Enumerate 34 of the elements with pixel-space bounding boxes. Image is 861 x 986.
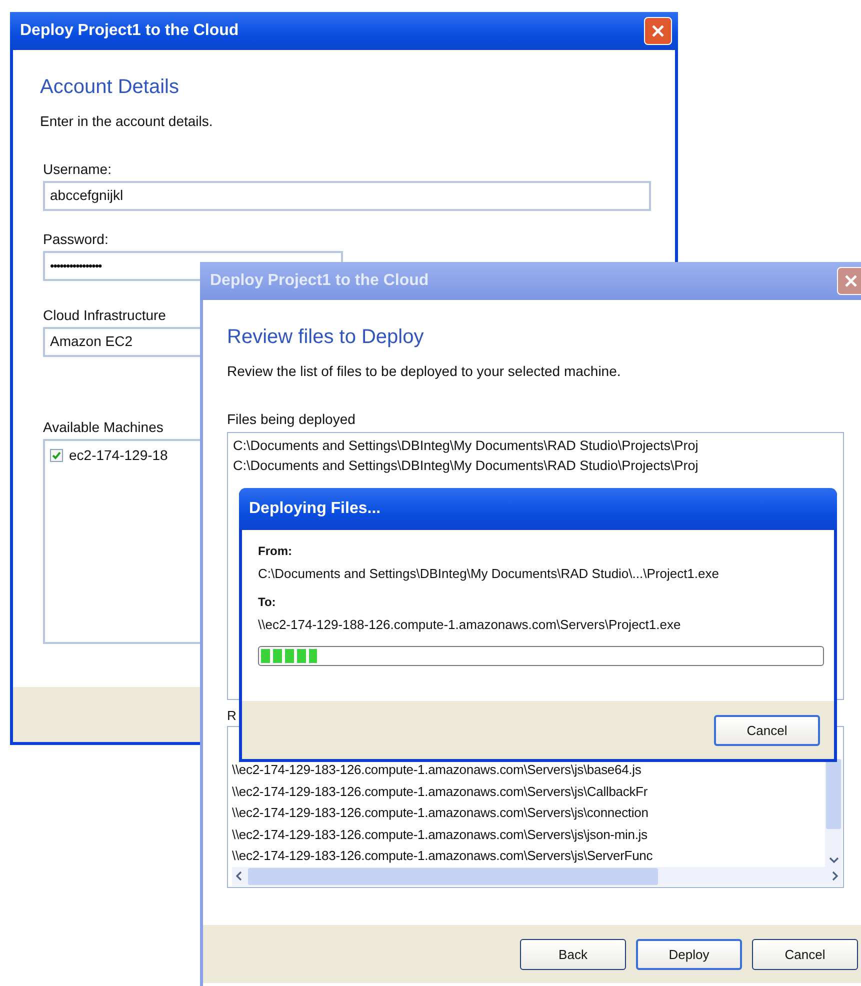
file-path: C:\Documents and Settings\DBInteg\My Documents\RAD Studio\Projects\Proj	[233, 457, 700, 475]
field-label: Available Machines	[43, 419, 164, 435]
close-icon	[845, 275, 857, 287]
description-text: Enter in the account details.	[40, 113, 213, 129]
horizontal-scrollbar[interactable]	[232, 866, 842, 886]
close-icon	[652, 25, 664, 37]
field-label: Cloud Infrastructure	[43, 307, 166, 323]
file-path: \\ec2-174-129-183-126.compute-1.amazonaws.com\Servers\js\base64.js	[232, 761, 642, 779]
dialog-button[interactable]: Deploy	[636, 938, 742, 970]
list-label: R	[227, 708, 236, 723]
window-title: Deploy Project1 to the Cloud	[19, 22, 239, 40]
to-label: To:	[258, 595, 276, 609]
destination-path: \\ec2-174-129-188-126.compute-1.amazonaws.com\Servers\Project1.exe	[258, 617, 681, 632]
description-text: Review the list of files to be deployed to your selected machine.	[227, 363, 621, 379]
list-label: Files being deployed	[227, 411, 356, 427]
file-path: C:\Documents and Settings\DBInteg\My Documents\RAD Studio\Projects\Proj	[233, 437, 700, 455]
window-title: Deploying Files...	[248, 500, 381, 518]
dialog-button[interactable]: Back	[520, 938, 626, 970]
field-label: Username:	[43, 161, 112, 177]
source-path: C:\Documents and Settings\DBInteg\My Documents\RAD Studio\...\Project1.exe	[258, 566, 719, 581]
section-heading: Account Details	[40, 76, 179, 99]
file-path: \\ec2-174-129-183-126.compute-1.amazonaws.com\Servers\js\ServerFunc	[232, 847, 654, 865]
cancel-button[interactable]: Cancel	[714, 714, 820, 746]
machine-name: ec2-174-129-18	[69, 447, 168, 463]
checkbox[interactable]	[50, 448, 63, 462]
vertical-scrollbar[interactable]	[825, 759, 842, 866]
file-path: \\ec2-174-129-183-126.compute-1.amazonaws.com\Servers\js\connection	[232, 804, 650, 822]
username-field[interactable]: abccefgnijkl	[43, 181, 651, 211]
from-label: From:	[258, 544, 292, 558]
file-path: \\ec2-174-129-183-126.compute-1.amazonaws.com\Servers\js\CallbackFr	[232, 782, 649, 801]
file-path: \\ec2-174-129-183-126.compute-1.amazonaws.com\Servers\js\json-min.js	[232, 826, 648, 844]
field-label: Password:	[43, 231, 108, 247]
dialog-button[interactable]: Cancel	[752, 938, 858, 970]
close-button[interactable]	[644, 17, 672, 45]
